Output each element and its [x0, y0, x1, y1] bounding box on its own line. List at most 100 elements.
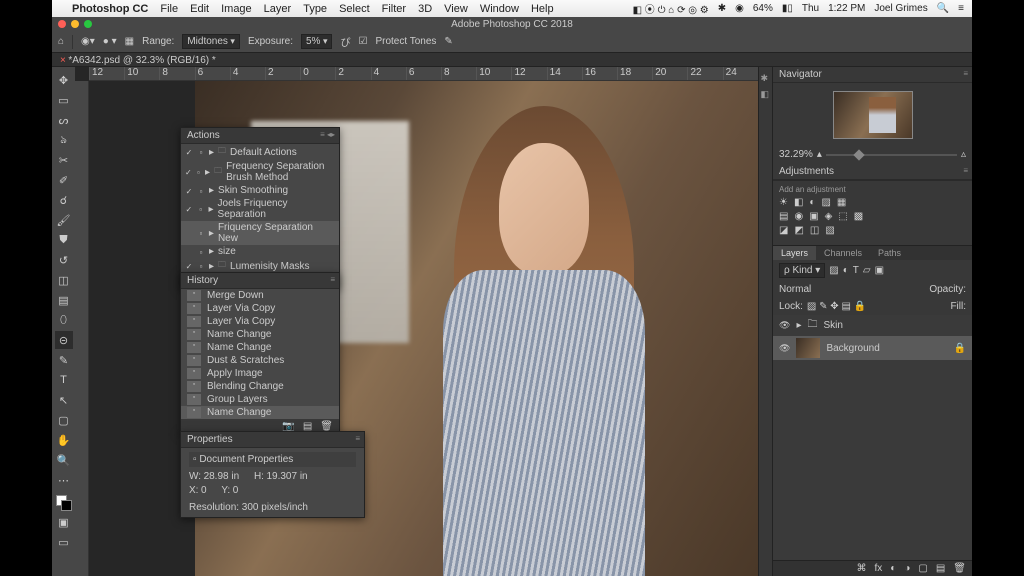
action-item[interactable]: ✓▫▸🗀Frequency Separation Brush Method [181, 160, 339, 184]
path-tool[interactable]: ↖ [55, 391, 73, 409]
zoom-in-icon[interactable]: ▵ [961, 149, 966, 160]
zoom-out-icon[interactable]: ▴ [817, 149, 822, 160]
menu-view[interactable]: View [444, 3, 468, 15]
layer-name[interactable]: Background [826, 343, 879, 354]
action-item[interactable]: ✓▫▸Joels Friquency Separation [181, 197, 339, 221]
stamp-tool[interactable]: ⛊ [55, 231, 73, 249]
filter-smart-icon[interactable]: ▣ [875, 265, 884, 276]
zoom-value[interactable]: 32.29% [779, 149, 813, 160]
app-menu[interactable]: Photoshop CC [72, 3, 148, 15]
filter-type-icon[interactable]: T [853, 265, 859, 276]
group-icon[interactable]: ▢ [918, 563, 927, 574]
gradient-tool[interactable]: ▤ [55, 291, 73, 309]
adjustments-row3[interactable]: ◪◩◫▧ [779, 225, 966, 236]
move-tool[interactable]: ✥ [55, 71, 73, 89]
pen-tool[interactable]: ✎ [55, 351, 73, 369]
history-item[interactable]: ▫Apply Image [181, 367, 339, 380]
expand-icon[interactable]: ▸ [796, 320, 801, 331]
action-item[interactable]: ▫▸size [181, 245, 339, 258]
panel-menu-icon[interactable]: ≡ ◂▸ [320, 130, 335, 139]
tab-layers[interactable]: Layers [773, 246, 816, 260]
adjustments-row2[interactable]: ▤◉▣◈⬚▩ [779, 211, 966, 222]
filter-adj-icon[interactable]: ◐ [843, 265, 849, 276]
more-tool[interactable]: ⋯ [55, 471, 73, 489]
new-snapshot-icon[interactable]: ▤ [303, 421, 312, 432]
new-layer-icon[interactable]: ▤ [936, 563, 945, 574]
dodge-tool[interactable]: ⊝ [55, 331, 73, 349]
history-panel[interactable]: History≡ ▫Merge Down▫Layer Via Copy▫Laye… [180, 272, 340, 434]
link-icon[interactable]: ⌘ [857, 563, 867, 574]
history-item[interactable]: ▫Merge Down [181, 289, 339, 302]
action-item[interactable]: ✓▫▸Skin Smoothing [181, 184, 339, 197]
menu-filter[interactable]: Filter [382, 3, 406, 15]
crop-tool[interactable]: ✂ [55, 151, 73, 169]
history-item[interactable]: ▫Layer Via Copy [181, 315, 339, 328]
screen-mode[interactable]: ▭ [55, 533, 73, 551]
range-dropdown[interactable]: Midtones ▾ [182, 34, 240, 49]
properties-panel[interactable]: Properties≡ ▫ Document Properties W: 28.… [180, 431, 365, 518]
menu-select[interactable]: Select [339, 3, 370, 15]
zoom-tool[interactable]: 🔍 [55, 451, 73, 469]
pressure-icon[interactable]: ✎ [444, 36, 452, 47]
trash-icon[interactable]: 🗑 [320, 421, 333, 432]
lock-icon[interactable]: 🔒 [954, 343, 966, 354]
quick-mask[interactable]: ▣ [55, 513, 73, 531]
adjustments-row1[interactable]: ☀◧◐▨▦ [779, 197, 966, 208]
history-item[interactable]: ▫Dust & Scratches [181, 354, 339, 367]
camera-icon[interactable]: 📷 [282, 421, 294, 432]
collapsed-icon[interactable]: ✱ [761, 73, 771, 83]
navigator-thumbnail[interactable] [833, 91, 913, 139]
menu-window[interactable]: Window [480, 3, 519, 15]
brush-preview-icon[interactable]: ● ▾ [103, 36, 117, 47]
history-item[interactable]: ▫Blending Change [181, 380, 339, 393]
quick-select-tool[interactable]: ঌ [55, 131, 73, 149]
layer-kind-dropdown[interactable]: ρ Kind ▾ [779, 263, 825, 278]
hand-tool[interactable]: ✋ [55, 431, 73, 449]
visibility-icon[interactable]: 👁 [779, 343, 790, 354]
layer-group-skin[interactable]: 👁 ▸ 🗀 Skin [773, 315, 972, 336]
protect-checkbox[interactable]: ☑ [358, 36, 367, 47]
fx-icon[interactable]: fx [875, 563, 883, 574]
blur-tool[interactable]: ⬯ [55, 311, 73, 329]
history-item[interactable]: ▫Name Change [181, 328, 339, 341]
history-brush-tool[interactable]: ↺ [55, 251, 73, 269]
document-tab[interactable]: × *A6342.psd @ 32.3% (RGB/16) * [52, 53, 972, 67]
eyedropper-tool[interactable]: ✐ [55, 171, 73, 189]
notifications-icon[interactable]: ≡ [958, 3, 964, 14]
delete-icon[interactable]: 🗑 [953, 563, 966, 574]
zoom-slider[interactable] [826, 154, 957, 156]
home-icon[interactable]: ⌂ [58, 36, 64, 47]
menu-file[interactable]: File [160, 3, 178, 15]
visibility-icon[interactable]: 👁 [779, 320, 790, 331]
history-item[interactable]: ▫Name Change [181, 406, 339, 419]
history-item[interactable]: ▫Layer Via Copy [181, 302, 339, 315]
traffic-lights[interactable] [58, 20, 92, 28]
mask-icon[interactable]: ◐ [890, 563, 896, 574]
history-item[interactable]: ▫Group Layers [181, 393, 339, 406]
blend-mode[interactable]: Normal [779, 284, 811, 295]
eraser-tool[interactable]: ◫ [55, 271, 73, 289]
menu-image[interactable]: Image [221, 3, 252, 15]
lock-icons[interactable]: ▨ ✎ ✥ ▤ 🔒 [807, 301, 866, 312]
adj-layer-icon[interactable]: ◑ [904, 563, 910, 574]
canvas[interactable]: 12108642024681012141618202224 Actions≡ ◂… [75, 67, 758, 576]
healing-tool[interactable]: ☌ [55, 191, 73, 209]
layer-name[interactable]: Skin [823, 320, 842, 331]
tab-paths[interactable]: Paths [870, 246, 909, 260]
menu-layer[interactable]: Layer [264, 3, 292, 15]
menu-3d[interactable]: 3D [418, 3, 432, 15]
action-item[interactable]: ✓▫▸🗀Default Actions [181, 144, 339, 160]
collapsed-panels[interactable]: ✱ ◧ [758, 67, 772, 576]
brush-tool[interactable]: 🖌 [55, 211, 73, 229]
spotlight-icon[interactable]: 🔍 [937, 3, 949, 14]
actions-panel[interactable]: Actions≡ ◂▸ ✓▫▸🗀Default Actions✓▫▸🗀Frequ… [180, 127, 340, 289]
marquee-tool[interactable]: ▭ [55, 91, 73, 109]
filter-pixel-icon[interactable]: ▨ [829, 265, 838, 276]
color-swatches[interactable] [56, 495, 72, 511]
exposure-field[interactable]: 5% ▾ [301, 34, 332, 49]
layer-background[interactable]: 👁 Background 🔒 [773, 336, 972, 360]
type-tool[interactable]: T [55, 371, 73, 389]
menu-type[interactable]: Type [303, 3, 327, 15]
tab-channels[interactable]: Channels [816, 246, 870, 260]
menu-help[interactable]: Help [531, 3, 554, 15]
